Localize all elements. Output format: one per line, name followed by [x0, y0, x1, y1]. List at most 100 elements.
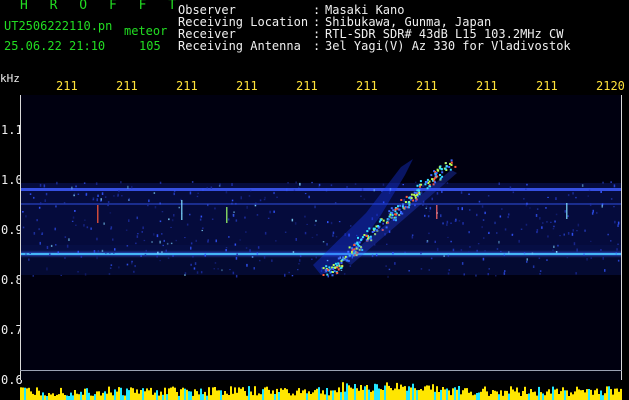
echo-pixel — [389, 213, 392, 216]
noise-speck — [33, 232, 36, 235]
spectrum-column — [328, 395, 330, 400]
noise-speck — [113, 195, 115, 197]
echo-pixel — [334, 262, 337, 265]
noise-speck — [141, 231, 143, 233]
noise-speck — [426, 241, 428, 243]
spectrum-column — [596, 388, 598, 400]
noise-speck — [159, 181, 162, 184]
noise-speck — [308, 195, 310, 199]
spectrum-column — [534, 391, 536, 400]
spectrum-column — [614, 388, 616, 400]
spectrum-column — [620, 388, 622, 400]
noise-speck — [192, 255, 194, 258]
spectrum-column — [166, 394, 168, 400]
noise-speck — [235, 256, 238, 260]
noise-speck — [153, 192, 156, 194]
spectrum-column — [584, 392, 586, 400]
noise-speck — [159, 202, 161, 205]
spectrum-column — [442, 387, 444, 400]
spectrum-column — [34, 394, 36, 400]
noise-speck — [207, 240, 209, 243]
spectrum-column — [556, 388, 558, 400]
spectrum-column — [536, 395, 538, 400]
noise-speck — [496, 248, 499, 250]
noise-speck — [575, 272, 577, 275]
spectrum-column — [236, 392, 238, 400]
noise-speck — [144, 253, 147, 257]
spectrum-column — [190, 391, 192, 400]
spectrum-column — [270, 393, 272, 400]
noise-speck — [542, 222, 544, 224]
noise-speck — [311, 181, 313, 184]
noise-floor-region — [21, 183, 621, 253]
echo-pixel — [388, 215, 391, 218]
spectrum-column — [518, 392, 520, 400]
noise-speck — [468, 251, 470, 253]
noise-speck — [90, 227, 92, 230]
spectrum-column — [508, 393, 510, 400]
spectrum-column — [322, 390, 324, 400]
spectrum-column — [198, 394, 200, 400]
noise-speck — [196, 195, 199, 198]
noise-speck — [43, 184, 46, 188]
noise-speck — [600, 191, 602, 193]
echo-pixel — [347, 250, 350, 253]
echo-pixel — [336, 266, 339, 269]
noise-speck — [127, 185, 129, 189]
noise-speck — [545, 207, 547, 209]
noise-speck — [500, 250, 502, 252]
noise-speck — [617, 224, 619, 227]
spectrum-column — [188, 391, 190, 400]
spectrum-column — [230, 386, 232, 400]
noise-speck — [213, 268, 215, 270]
noise-speck — [204, 251, 207, 254]
noise-speck — [481, 226, 483, 229]
noise-speck — [264, 231, 267, 235]
noise-speck — [159, 259, 161, 262]
echo-pixel — [333, 270, 336, 273]
noise-speck — [136, 235, 139, 238]
spectrum-column — [20, 387, 22, 400]
spectrum-column — [220, 390, 222, 400]
noise-speck — [299, 182, 301, 186]
spectrum-column — [606, 386, 608, 400]
noise-speck — [461, 207, 463, 211]
x-tick-label: 211 — [356, 79, 378, 93]
noise-speck — [482, 257, 485, 261]
noise-speck — [244, 216, 246, 219]
spectrum-column — [618, 391, 620, 400]
noise-speck — [392, 252, 394, 255]
spectrum-column — [26, 388, 28, 400]
spectrum-column — [528, 393, 530, 400]
noise-speck — [436, 247, 439, 251]
spectrum-column — [54, 396, 56, 400]
noise-speck — [207, 204, 209, 207]
spectrum-column — [32, 393, 34, 400]
noise-speck — [425, 207, 427, 209]
spectrum-column — [334, 390, 336, 400]
echo-pixel — [365, 235, 368, 237]
noise-speck — [468, 193, 470, 195]
spectrum-column — [572, 394, 574, 400]
spectrum-column — [326, 388, 328, 400]
noise-speck — [108, 273, 111, 275]
spectrum-column — [100, 395, 102, 400]
spectrum-column — [324, 394, 326, 400]
noise-speck — [118, 266, 120, 269]
echo-pixel — [331, 274, 334, 277]
spectrum-column — [38, 390, 40, 400]
noise-speck — [217, 268, 219, 270]
noise-speck — [318, 183, 321, 186]
noise-speck — [256, 252, 259, 255]
noise-speck — [95, 182, 98, 185]
noise-speck — [71, 186, 73, 190]
noise-speck — [190, 263, 192, 266]
noise-speck — [415, 181, 417, 183]
spectrum-column — [148, 390, 150, 400]
noise-speck — [375, 253, 378, 257]
echo-pixel — [361, 236, 364, 239]
noise-speck — [190, 246, 192, 250]
noise-speck — [610, 240, 612, 242]
spectrum-column — [500, 390, 502, 400]
noise-speck — [546, 259, 548, 261]
